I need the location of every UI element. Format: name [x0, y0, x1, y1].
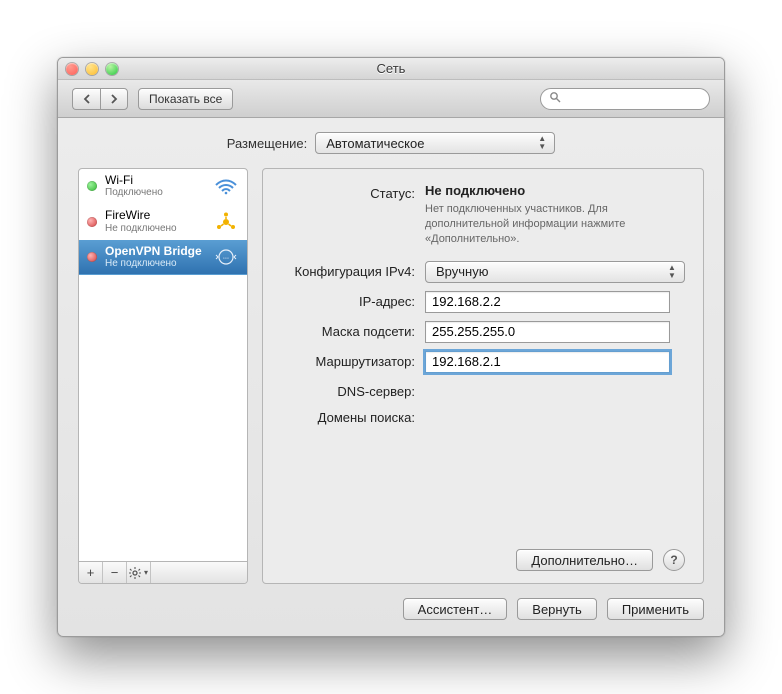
zoom-window-button[interactable] — [106, 63, 118, 75]
sidebar-item-wifi[interactable]: Wi-Fi Подключено — [79, 169, 247, 204]
minimize-window-button[interactable] — [86, 63, 98, 75]
sidebar-item-openvpn[interactable]: OpenVPN Bridge Не подключено ◦◦◦ — [79, 240, 247, 275]
sidebar-footer: + − ▾ — [79, 561, 247, 583]
help-button[interactable]: ? — [663, 549, 685, 571]
status-label: Статус: — [281, 183, 415, 201]
titlebar: Сеть — [58, 58, 724, 80]
show-all-button[interactable]: Показать все — [138, 88, 233, 110]
chevron-right-icon — [109, 94, 119, 104]
location-label: Размещение: — [227, 136, 308, 151]
forward-button[interactable] — [100, 88, 128, 110]
status-dot-icon — [87, 252, 97, 262]
location-value: Автоматическое — [326, 136, 424, 151]
router-row: Маршрутизатор: — [281, 351, 685, 373]
ipv4-value: Вручную — [436, 264, 488, 279]
network-prefs-window: Сеть Показать все Размещение: Автоматиче… — [57, 57, 725, 637]
status-sub: Нет подключенных участников. Для дополни… — [425, 202, 685, 247]
ip-input[interactable] — [425, 291, 670, 313]
search-input[interactable] — [565, 92, 701, 106]
revert-button[interactable]: Вернуть — [517, 598, 597, 620]
toolbar: Показать все — [58, 80, 724, 118]
interface-actions-button[interactable]: ▾ — [127, 562, 151, 583]
interface-name: Wi-Fi — [105, 173, 205, 187]
ipv4-row: Конфигурация IPv4: Вручную ▲▼ — [281, 261, 685, 283]
mask-label: Маска подсети: — [281, 321, 415, 339]
router-input[interactable] — [425, 351, 670, 373]
search-domains-row: Домены поиска: — [281, 407, 685, 425]
interface-status: Подключено — [105, 187, 205, 199]
svg-text:◦◦◦: ◦◦◦ — [223, 256, 229, 262]
sidebar-item-text: Wi-Fi Подключено — [105, 173, 205, 199]
window-controls — [66, 63, 118, 75]
dns-row: DNS-сервер: — [281, 381, 685, 399]
gear-icon — [129, 566, 143, 580]
ip-label: IP-адрес: — [281, 291, 415, 309]
advanced-button[interactable]: Дополнительно… — [516, 549, 653, 571]
interfaces-sidebar: Wi-Fi Подключено FireWire Не подключено — [78, 168, 248, 584]
remove-interface-button[interactable]: − — [103, 562, 127, 583]
router-label: Маршрутизатор: — [281, 351, 415, 369]
location-row: Размещение: Автоматическое ▲▼ — [78, 132, 704, 154]
search-icon — [549, 91, 561, 106]
vpn-icon: ◦◦◦ — [213, 247, 239, 267]
back-button[interactable] — [72, 88, 100, 110]
sidebar-item-text: OpenVPN Bridge Не подключено — [105, 244, 205, 270]
status-row: Статус: Не подключено Нет подключенных у… — [281, 183, 685, 247]
select-arrows-icon: ▲▼ — [664, 264, 680, 280]
firewire-icon — [213, 212, 239, 232]
interfaces-list: Wi-Fi Подключено FireWire Не подключено — [79, 169, 247, 561]
interface-name: FireWire — [105, 208, 205, 222]
interface-details: Статус: Не подключено Нет подключенных у… — [262, 168, 704, 584]
chevron-left-icon — [82, 94, 92, 104]
mask-input[interactable] — [425, 321, 670, 343]
interface-name: OpenVPN Bridge — [105, 244, 205, 258]
content-area: Размещение: Автоматическое ▲▼ Wi-Fi Подк… — [58, 118, 724, 636]
select-arrows-icon: ▲▼ — [534, 135, 550, 151]
mask-row: Маска подсети: — [281, 321, 685, 343]
wifi-icon — [213, 176, 239, 196]
dns-label: DNS-сервер: — [281, 381, 415, 399]
status-value: Не подключено — [425, 183, 685, 198]
ipv4-select[interactable]: Вручную ▲▼ — [425, 261, 685, 283]
details-footer: Дополнительно… ? — [281, 543, 685, 571]
status-block: Не подключено Нет подключенных участнико… — [425, 183, 685, 247]
sidebar-item-firewire[interactable]: FireWire Не подключено — [79, 204, 247, 239]
search-field[interactable] — [540, 88, 710, 110]
interface-status: Не подключено — [105, 223, 205, 235]
ip-row: IP-адрес: — [281, 291, 685, 313]
sidebar-item-text: FireWire Не подключено — [105, 208, 205, 234]
status-dot-icon — [87, 217, 97, 227]
main-panels: Wi-Fi Подключено FireWire Не подключено — [78, 168, 704, 584]
assistant-button[interactable]: Ассистент… — [403, 598, 508, 620]
bottom-buttons: Ассистент… Вернуть Применить — [78, 598, 704, 620]
ipv4-label: Конфигурация IPv4: — [281, 261, 415, 279]
add-interface-button[interactable]: + — [79, 562, 103, 583]
search-domains-label: Домены поиска: — [281, 407, 415, 425]
status-dot-icon — [87, 181, 97, 191]
nav-segment — [72, 88, 128, 110]
window-title: Сеть — [58, 61, 724, 76]
apply-button[interactable]: Применить — [607, 598, 704, 620]
location-select[interactable]: Автоматическое ▲▼ — [315, 132, 555, 154]
close-window-button[interactable] — [66, 63, 78, 75]
interface-status: Не подключено — [105, 258, 205, 270]
